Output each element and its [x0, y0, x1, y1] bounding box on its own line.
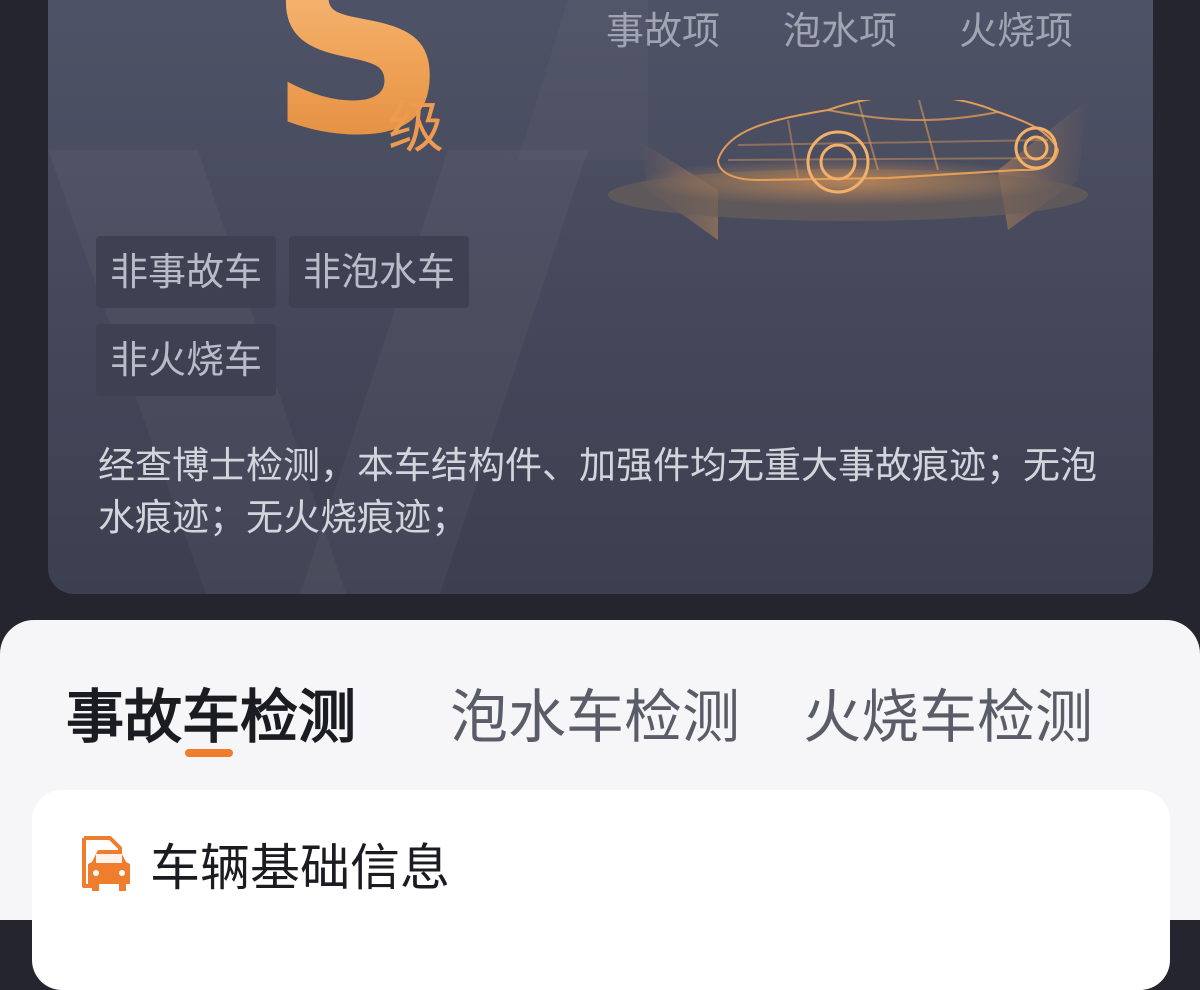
grade-suffix: 级: [388, 96, 444, 161]
tag-non-fire: 非火烧车: [96, 324, 277, 396]
inspection-report-card: S 级 事故项 泡水项 火烧项 非事故车 非泡水车 非火烧车 经查博士检测，本车…: [48, 0, 1153, 594]
active-tab-indicator: [185, 749, 233, 757]
tag-non-flood: 非泡水车: [289, 236, 470, 308]
car-wireframe-icon: [608, 100, 1088, 240]
check-item-accident: 事故项: [606, 9, 721, 53]
section-title: 车辆基础信息: [150, 839, 450, 897]
check-item-flood: 泡水项: [783, 9, 898, 53]
tab-accident-check[interactable]: 事故车检测: [66, 670, 356, 754]
tag-non-accident: 非事故车: [96, 236, 277, 308]
tab-fire-check[interactable]: 火烧车检测: [803, 670, 1093, 754]
check-item-fire: 火烧项: [959, 9, 1074, 53]
tab-flood-check[interactable]: 泡水车检测: [450, 670, 740, 754]
detail-panel: 事故车检测 泡水车检测 火烧车检测 车辆基础信息: [0, 620, 1200, 990]
inspection-summary: 经查博士检测，本车结构件、加强件均无重大事故痕迹；无泡水痕迹；无火烧痕迹；: [98, 444, 1097, 539]
vehicle-basic-info-card: 车辆基础信息: [32, 790, 1170, 990]
car-document-icon: [82, 836, 130, 891]
